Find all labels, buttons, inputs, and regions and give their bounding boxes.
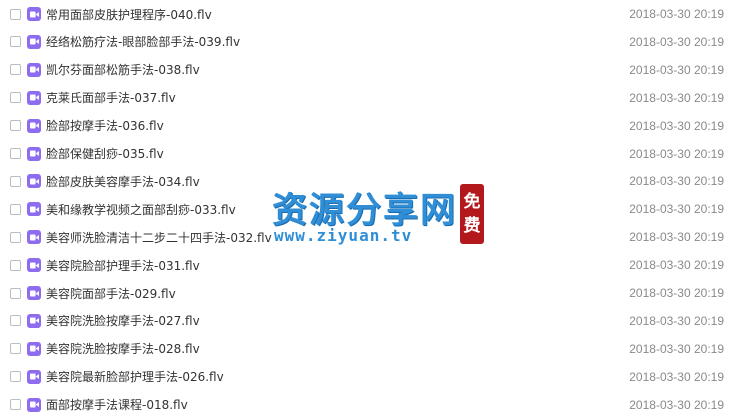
file-modified-date: 2018-03-30 20:19 [629, 230, 724, 245]
file-modified-date: 2018-03-30 20:19 [629, 286, 724, 300]
row-checkbox[interactable] [10, 120, 21, 132]
file-row[interactable]: 脸部按摩手法-036.flv 2018-03-30 20:19 [0, 112, 750, 140]
file-modified-date: 2018-03-30 20:19 [629, 90, 724, 105]
file-modified-date: 2018-03-30 20:19 [629, 174, 724, 189]
file-modified-date: 2018-03-30 20:19 [629, 146, 724, 161]
video-file-icon [27, 146, 41, 161]
row-checkbox[interactable] [10, 36, 21, 48]
file-list: 常用面部皮肤护理程序-040.flv 2018-03-30 20:19 经络松筋疗法… [0, 0, 750, 419]
file-name[interactable]: 面部按摩手法课程-018.flv [46, 396, 188, 413]
video-file-icon [27, 62, 41, 77]
file-modified-date: 2018-03-30 20:19 [629, 34, 724, 49]
file-name[interactable]: 美容院洗脸按摩手法-028.flv [46, 340, 200, 357]
file-row[interactable]: 美容院洗脸按摩手法-028.flv 2018-03-30 20:19 [0, 335, 750, 363]
file-name[interactable]: 美容师洗脸清洁十二步二十四手法-032.flv [46, 229, 272, 246]
file-name[interactable]: 美和缘教学视频之面部刮痧-033.flv [46, 201, 236, 218]
row-checkbox[interactable] [10, 203, 21, 215]
video-file-icon [27, 34, 41, 49]
row-checkbox[interactable] [10, 231, 21, 243]
video-file-icon [27, 230, 41, 245]
file-name[interactable]: 脸部保健刮痧-035.flv [46, 145, 164, 162]
video-file-icon [27, 118, 41, 133]
file-name[interactable]: 脸部皮肤美容摩手法-034.flv [46, 173, 200, 190]
video-file-icon [27, 369, 41, 384]
row-checkbox[interactable] [10, 371, 21, 383]
file-name[interactable]: 常用面部皮肤护理程序-040.flv [46, 6, 212, 23]
row-checkbox[interactable] [10, 399, 21, 411]
row-checkbox[interactable] [10, 148, 21, 159]
file-row[interactable]: 美容院脸部护理手法-031.flv 2018-03-30 20:19 [0, 251, 750, 279]
file-row[interactable]: 美容院最新脸部护理手法-026.flv 2018-03-30 20:19 [0, 363, 750, 391]
row-checkbox[interactable] [10, 8, 21, 20]
row-checkbox[interactable] [10, 287, 21, 299]
file-name[interactable]: 克莱氏面部手法-037.flv [46, 89, 176, 106]
video-file-icon [27, 202, 41, 217]
video-file-icon [27, 341, 41, 356]
file-name[interactable]: 美容院脸部护理手法-031.flv [46, 257, 200, 274]
file-row[interactable]: 美容师洗脸清洁十二步二十四手法-032.flv 2018-03-30 20:19 [0, 223, 750, 251]
row-checkbox[interactable] [10, 64, 21, 76]
file-modified-date: 2018-03-30 20:19 [629, 313, 724, 328]
file-name[interactable]: 美容院面部手法-029.flv [46, 285, 176, 302]
row-checkbox[interactable] [10, 259, 21, 271]
video-file-icon [27, 258, 41, 273]
video-file-icon [27, 313, 41, 328]
file-name[interactable]: 美容院最新脸部护理手法-026.flv [46, 368, 224, 385]
file-name[interactable]: 经络松筋疗法-眼部脸部手法-039.flv [46, 33, 240, 50]
row-checkbox[interactable] [10, 175, 21, 187]
file-modified-date: 2018-03-30 20:19 [629, 397, 724, 412]
file-row[interactable]: 经络松筋疗法-眼部脸部手法-039.flv 2018-03-30 20:19 [0, 28, 750, 56]
file-modified-date: 2018-03-30 20:19 [629, 258, 724, 273]
video-file-icon [27, 90, 41, 105]
file-name[interactable]: 美容院洗脸按摩手法-027.flv [46, 312, 200, 329]
file-name[interactable]: 脸部按摩手法-036.flv [46, 117, 164, 134]
file-row[interactable]: 面部按摩手法课程-018.flv 2018-03-30 20:19 [0, 391, 750, 419]
file-modified-date: 2018-03-30 20:19 [629, 7, 724, 21]
file-row[interactable]: 脸部保健刮痧-035.flv 2018-03-30 20:19 [0, 140, 750, 168]
file-row[interactable]: 美和缘教学视频之面部刮痧-033.flv 2018-03-30 20:19 [0, 195, 750, 223]
file-row[interactable]: 美容院面部手法-029.flv 2018-03-30 20:19 [0, 279, 750, 307]
file-modified-date: 2018-03-30 20:19 [629, 369, 724, 384]
video-file-icon [27, 397, 41, 412]
video-file-icon [27, 7, 41, 21]
file-row[interactable]: 克莱氏面部手法-037.flv 2018-03-30 20:19 [0, 84, 750, 112]
file-name[interactable]: 凯尔芬面部松筋手法-038.flv [46, 61, 200, 78]
row-checkbox[interactable] [10, 343, 21, 355]
video-file-icon [27, 174, 41, 189]
file-modified-date: 2018-03-30 20:19 [629, 341, 724, 356]
file-modified-date: 2018-03-30 20:19 [629, 62, 724, 77]
file-row[interactable]: 常用面部皮肤护理程序-040.flv 2018-03-30 20:19 [0, 0, 750, 28]
file-modified-date: 2018-03-30 20:19 [629, 118, 724, 133]
file-row[interactable]: 凯尔芬面部松筋手法-038.flv 2018-03-30 20:19 [0, 56, 750, 84]
file-modified-date: 2018-03-30 20:19 [629, 202, 724, 217]
video-file-icon [27, 286, 41, 300]
row-checkbox[interactable] [10, 92, 21, 104]
file-row[interactable]: 美容院洗脸按摩手法-027.flv 2018-03-30 20:19 [0, 307, 750, 335]
file-row[interactable]: 脸部皮肤美容摩手法-034.flv 2018-03-30 20:19 [0, 167, 750, 195]
row-checkbox[interactable] [10, 315, 21, 327]
